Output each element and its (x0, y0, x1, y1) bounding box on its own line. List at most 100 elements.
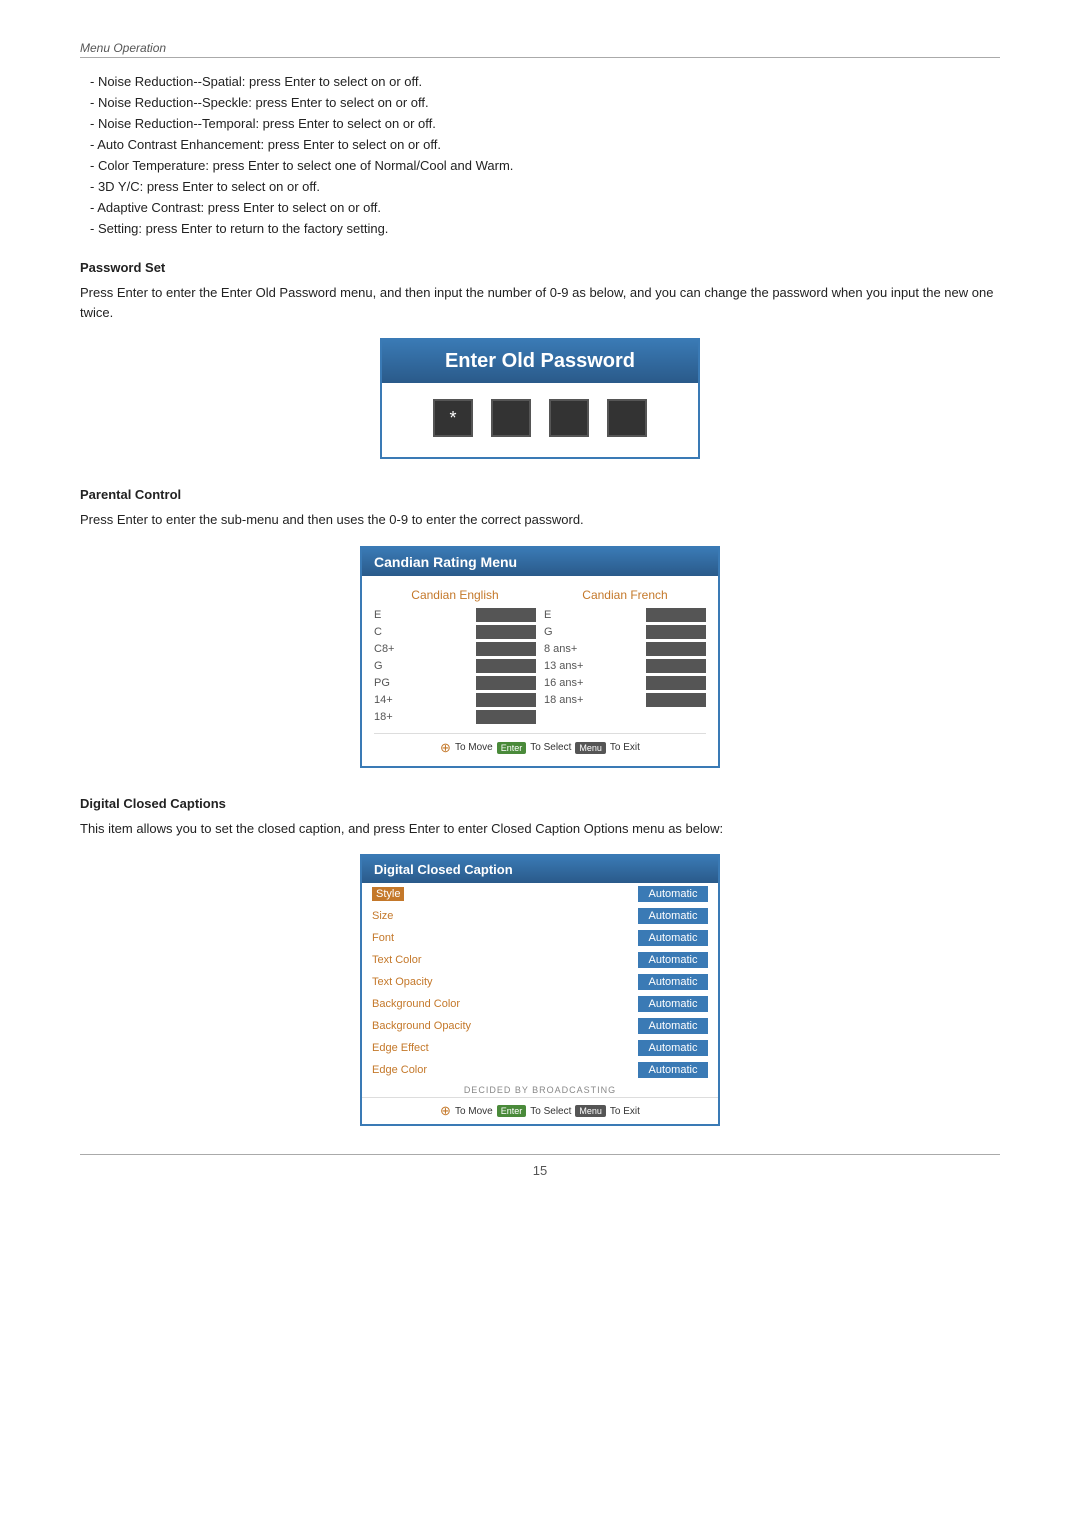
nav-move-text: To Move (455, 742, 493, 753)
rating-label: E (544, 609, 572, 621)
nav-exit-text: To Exit (610, 1106, 640, 1117)
rating-label: 18 ans+ (544, 694, 583, 706)
dcc-value-style: Automatic (638, 886, 708, 902)
dcc-row-size: Size Automatic (362, 905, 718, 927)
section-title: Menu Operation (80, 41, 166, 55)
dcc-dialog: Digital Closed Caption Style Automatic S… (360, 854, 720, 1126)
nav-select-text: To Select (530, 742, 571, 753)
list-item: - Color Temperature: press Enter to sele… (90, 158, 1000, 173)
parental-control-body: Press Enter to enter the sub-menu and th… (80, 510, 1000, 530)
dcc-row-edge-color: Edge Color Automatic (362, 1059, 718, 1081)
list-item: - 3D Y/C: press Enter to select on or of… (90, 179, 1000, 194)
rating-footer: ⊕ To Move Enter To Select Menu To Exit (374, 733, 706, 762)
rating-row: PG (374, 676, 536, 690)
rating-label: 13 ans+ (544, 660, 583, 672)
nav-select-text: To Select (530, 1106, 571, 1117)
enter-badge: Enter (497, 742, 527, 754)
rating-row: E (374, 608, 536, 622)
menu-badge: Menu (575, 1105, 606, 1117)
rating-bar (646, 693, 706, 707)
password-input-1[interactable]: * (433, 399, 473, 437)
rating-label: C (374, 626, 402, 638)
dcc-row-bg-color: Background Color Automatic (362, 993, 718, 1015)
dcc-body: This item allows you to set the closed c… (80, 819, 1000, 839)
password-input-3[interactable] (549, 399, 589, 437)
digital-closed-captions-section: Digital Closed Captions This item allows… (80, 796, 1000, 1127)
rating-row: 18+ (374, 710, 536, 724)
rating-row: 13 ans+ (544, 659, 706, 673)
password-set-title: Password Set (80, 260, 1000, 275)
dcc-value-size: Automatic (638, 908, 708, 924)
dcc-label-size: Size (372, 910, 393, 922)
rating-dialog-body: Candian English E C C8+ (362, 576, 718, 766)
dcc-row-text-opacity: Text Opacity Automatic (362, 971, 718, 993)
dcc-footer: ⊕ To Move Enter To Select Menu To Exit (362, 1097, 718, 1124)
rating-bar (476, 642, 536, 656)
list-item: - Setting: press Enter to return to the … (90, 221, 1000, 236)
rating-bar (476, 625, 536, 639)
rating-dialog: Candian Rating Menu Candian English E C (360, 546, 720, 768)
rating-row: 18 ans+ (544, 693, 706, 707)
rating-col-english-header: Candian English (374, 588, 536, 602)
section-header: Menu Operation (80, 40, 1000, 58)
dcc-row-text-color: Text Color Automatic (362, 949, 718, 971)
password-dialog-body: * (382, 383, 698, 457)
rating-row: C8+ (374, 642, 536, 656)
list-item: - Noise Reduction--Spatial: press Enter … (90, 74, 1000, 89)
dcc-title: Digital Closed Captions (80, 796, 1000, 811)
rating-row: 16 ans+ (544, 676, 706, 690)
parental-control-section: Parental Control Press Enter to enter th… (80, 487, 1000, 768)
dcc-row-style: Style Automatic (362, 883, 718, 905)
dcc-row-font: Font Automatic (362, 927, 718, 949)
dcc-row-edge-effect: Edge Effect Automatic (362, 1037, 718, 1059)
nav-move-text: To Move (455, 1106, 493, 1117)
dcc-row-bg-opacity: Background Opacity Automatic (362, 1015, 718, 1037)
dcc-label-edge-effect: Edge Effect (372, 1042, 429, 1054)
password-input-4[interactable] (607, 399, 647, 437)
nav-exit-text: To Exit (610, 742, 640, 753)
password-set-body: Press Enter to enter the Enter Old Passw… (80, 283, 1000, 322)
rating-col-french-header: Candian French (544, 588, 706, 602)
rating-dialog-container: Candian Rating Menu Candian English E C (80, 546, 1000, 768)
dcc-footer-note: DECIDED BY BROADCASTING (362, 1081, 718, 1097)
dcc-value-edge-effect: Automatic (638, 1040, 708, 1056)
rating-label: G (374, 660, 402, 672)
dcc-dialog-container: Digital Closed Caption Style Automatic S… (80, 854, 1000, 1126)
rating-bar (476, 659, 536, 673)
rating-row: G (544, 625, 706, 639)
rating-row: E (544, 608, 706, 622)
rating-bar (476, 676, 536, 690)
rating-bar (476, 608, 536, 622)
password-dialog-container: Enter Old Password * (80, 338, 1000, 459)
rating-bar (476, 710, 536, 724)
rating-row: C (374, 625, 536, 639)
dcc-rows: Style Automatic Size Automatic Font Auto… (362, 883, 718, 1081)
password-input-2[interactable] (491, 399, 531, 437)
password-set-section: Password Set Press Enter to enter the En… (80, 260, 1000, 459)
move-icon: ⊕ (440, 1103, 451, 1119)
dcc-label-edge-color: Edge Color (372, 1064, 427, 1076)
dcc-label-font: Font (372, 932, 394, 944)
dcc-label-text-color: Text Color (372, 954, 422, 966)
password-dialog-title: Enter Old Password (382, 340, 698, 383)
password-dialog: Enter Old Password * (380, 338, 700, 459)
rating-bar (646, 676, 706, 690)
rating-label: 16 ans+ (544, 677, 583, 689)
rating-label: 14+ (374, 694, 402, 706)
rating-label: E (374, 609, 402, 621)
list-item: - Adaptive Contrast: press Enter to sele… (90, 200, 1000, 215)
dcc-label-style: Style (372, 887, 404, 901)
enter-badge: Enter (497, 1105, 527, 1117)
list-item: - Noise Reduction--Speckle: press Enter … (90, 95, 1000, 110)
dcc-value-font: Automatic (638, 930, 708, 946)
rating-col-french: Candian French E G 8 ans+ (544, 588, 706, 727)
dcc-dialog-title: Digital Closed Caption (362, 856, 718, 883)
dcc-value-edge-color: Automatic (638, 1062, 708, 1078)
dcc-value-text-opacity: Automatic (638, 974, 708, 990)
list-item: - Auto Contrast Enhancement: press Enter… (90, 137, 1000, 152)
rating-bar (476, 693, 536, 707)
rating-label: 18+ (374, 711, 402, 723)
rating-bar (646, 608, 706, 622)
dcc-value-text-color: Automatic (638, 952, 708, 968)
rating-label: C8+ (374, 643, 402, 655)
